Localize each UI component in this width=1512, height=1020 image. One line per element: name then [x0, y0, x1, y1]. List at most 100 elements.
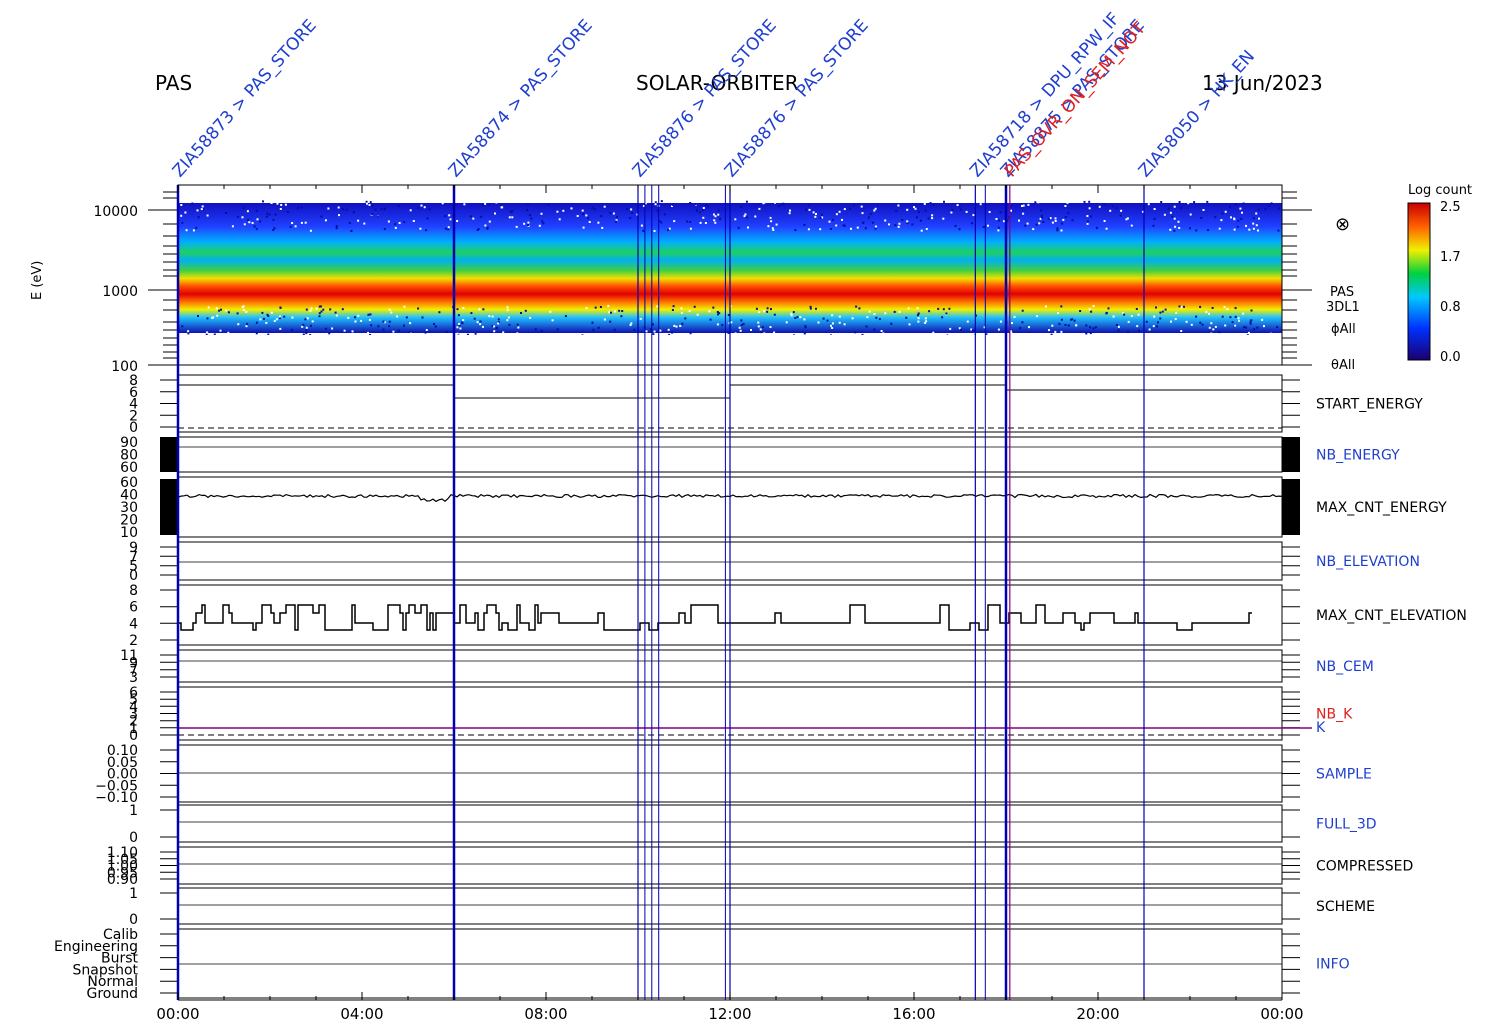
spectrogram-pixel	[1268, 204, 1271, 207]
spectrogram-pixel	[594, 208, 596, 211]
spectrogram-pixel	[517, 326, 520, 329]
spectrogram-pixel	[778, 205, 781, 207]
spectrogram-pixel	[360, 319, 363, 322]
spectrogram-pixel	[671, 309, 674, 311]
spectrogram-pixel	[1152, 325, 1155, 328]
spectrogram-pixel	[1224, 324, 1227, 327]
spectrogram-pixel	[928, 334, 931, 335]
spectrogram-pixel	[809, 307, 812, 310]
spectrogram-pixel	[989, 333, 992, 335]
spectrogram-pixel	[237, 323, 240, 326]
spectrogram-pixel	[1248, 331, 1250, 334]
spectrogram-pixel	[508, 323, 511, 326]
spectrogram-pixel	[387, 220, 390, 223]
spectrogram-pixel	[897, 225, 900, 228]
spectrogram-pixel	[1060, 305, 1063, 308]
spectrogram-pixel	[337, 206, 340, 209]
spectrogram-pixel	[1210, 322, 1213, 325]
panel-nb-energy: 908060NB_ENERGY	[120, 435, 1400, 476]
spectrogram-pixel	[788, 212, 791, 215]
spectrogram-pixel	[924, 321, 927, 324]
spectrogram-pixel	[319, 305, 322, 308]
spectrogram-pixel	[1071, 318, 1074, 321]
spectrogram-pixel	[920, 229, 923, 232]
spectrogram-pixel	[1263, 325, 1265, 328]
spectrogram-pixel	[686, 220, 689, 223]
spectrogram-pixel	[447, 228, 450, 231]
spectrogram-pixel	[597, 326, 600, 329]
spectrogram-pixel	[1178, 227, 1181, 229]
spectrogram-pixel	[1060, 318, 1063, 321]
spectrogram-pixel	[444, 227, 447, 230]
spectrogram-pixel	[304, 221, 307, 224]
spectrogram-pixel	[403, 221, 406, 223]
spectrogram-pixel	[1085, 324, 1088, 327]
spectrogram-pixel	[279, 327, 282, 330]
panel-label: COMPRESSED	[1316, 859, 1413, 875]
spectrogram-pixel	[917, 320, 920, 323]
spectrogram-pixel	[588, 221, 591, 223]
spectrogram-pixel	[805, 208, 808, 211]
spectrogram-pixel	[958, 205, 961, 208]
spectrogram-pixel	[1252, 222, 1255, 225]
command-marker: ZIA58873 > PAS_STORE	[169, 16, 321, 1000]
spectrogram-pixel	[181, 325, 184, 328]
spectrogram-pixel	[1050, 333, 1053, 335]
spectrogram-pixel	[538, 224, 541, 227]
spectrogram-pixel	[365, 200, 368, 203]
spectrogram-pixel	[1214, 216, 1217, 219]
ytick-10000: 10000	[93, 204, 138, 220]
spectrogram-pixel	[1107, 307, 1110, 310]
spectrogram-pixel	[965, 210, 968, 213]
spectrogram-pixel	[603, 205, 606, 208]
spectrogram-pixel	[645, 330, 648, 333]
spectrogram-pixel	[849, 207, 852, 210]
spectrogram-pixel	[1178, 201, 1181, 203]
spectrogram-pixel	[456, 326, 459, 329]
spectrogram-pixel	[511, 216, 514, 219]
spectrogram-pixel	[979, 203, 982, 206]
spectrogram-label-theta: θAll	[1331, 358, 1355, 373]
spectrogram-pixel	[273, 319, 276, 322]
spectrogram-pixel	[1252, 217, 1255, 220]
spectrogram-pixel	[653, 330, 656, 333]
spectrogram-pixel	[1051, 221, 1054, 224]
spectrogram-pixel	[927, 217, 930, 220]
spectrogram-pixel	[1071, 219, 1074, 222]
spectrogram-pixel	[770, 308, 772, 311]
spectrogram-pixel	[734, 332, 737, 335]
spectrogram-pixel	[496, 326, 499, 329]
spectrogram-pixel	[819, 217, 822, 219]
spectrogram-pixel	[1045, 305, 1047, 308]
spectrogram-pixel	[371, 204, 374, 207]
spectrogram-pixel	[302, 323, 305, 326]
panel-label: NB_ENERGY	[1316, 448, 1400, 464]
spectrogram-pixel	[368, 203, 371, 206]
spectrogram-pixel	[852, 204, 855, 207]
spectrogram-pixel	[1127, 320, 1130, 323]
spectrogram-pixel	[300, 206, 303, 209]
spectrogram-pixel	[937, 307, 940, 310]
spectrogram-pixel	[1051, 324, 1054, 327]
spectrogram-pixel	[1258, 217, 1260, 220]
spectrogram-pixel	[1164, 308, 1167, 311]
spectrogram-pixel	[1038, 222, 1041, 225]
panel-tick-label: 8	[129, 583, 138, 599]
spectrogram-pixel	[673, 324, 676, 327]
spectrogram-pixel	[1174, 225, 1177, 228]
spectrogram-pixel	[368, 319, 371, 321]
spectrogram-pixel	[187, 332, 190, 335]
spectrogram-pixel	[807, 228, 810, 231]
spectrogram-pixel	[403, 324, 405, 327]
spectrogram-pixel	[345, 208, 348, 211]
spectrogram-pixel	[279, 306, 282, 309]
spectrogram-pixel	[494, 212, 496, 215]
spectrogram-pixel	[960, 328, 963, 331]
spectrogram-pixel	[291, 316, 294, 319]
spectrogram-pixel	[363, 222, 366, 225]
spectrogram-pixel	[1127, 330, 1129, 333]
spectrogram-pixel	[484, 224, 487, 227]
spectrogram-pixel	[917, 317, 920, 320]
spectrogram-pixel	[1060, 229, 1063, 232]
spectrogram-pixel	[1034, 201, 1037, 204]
